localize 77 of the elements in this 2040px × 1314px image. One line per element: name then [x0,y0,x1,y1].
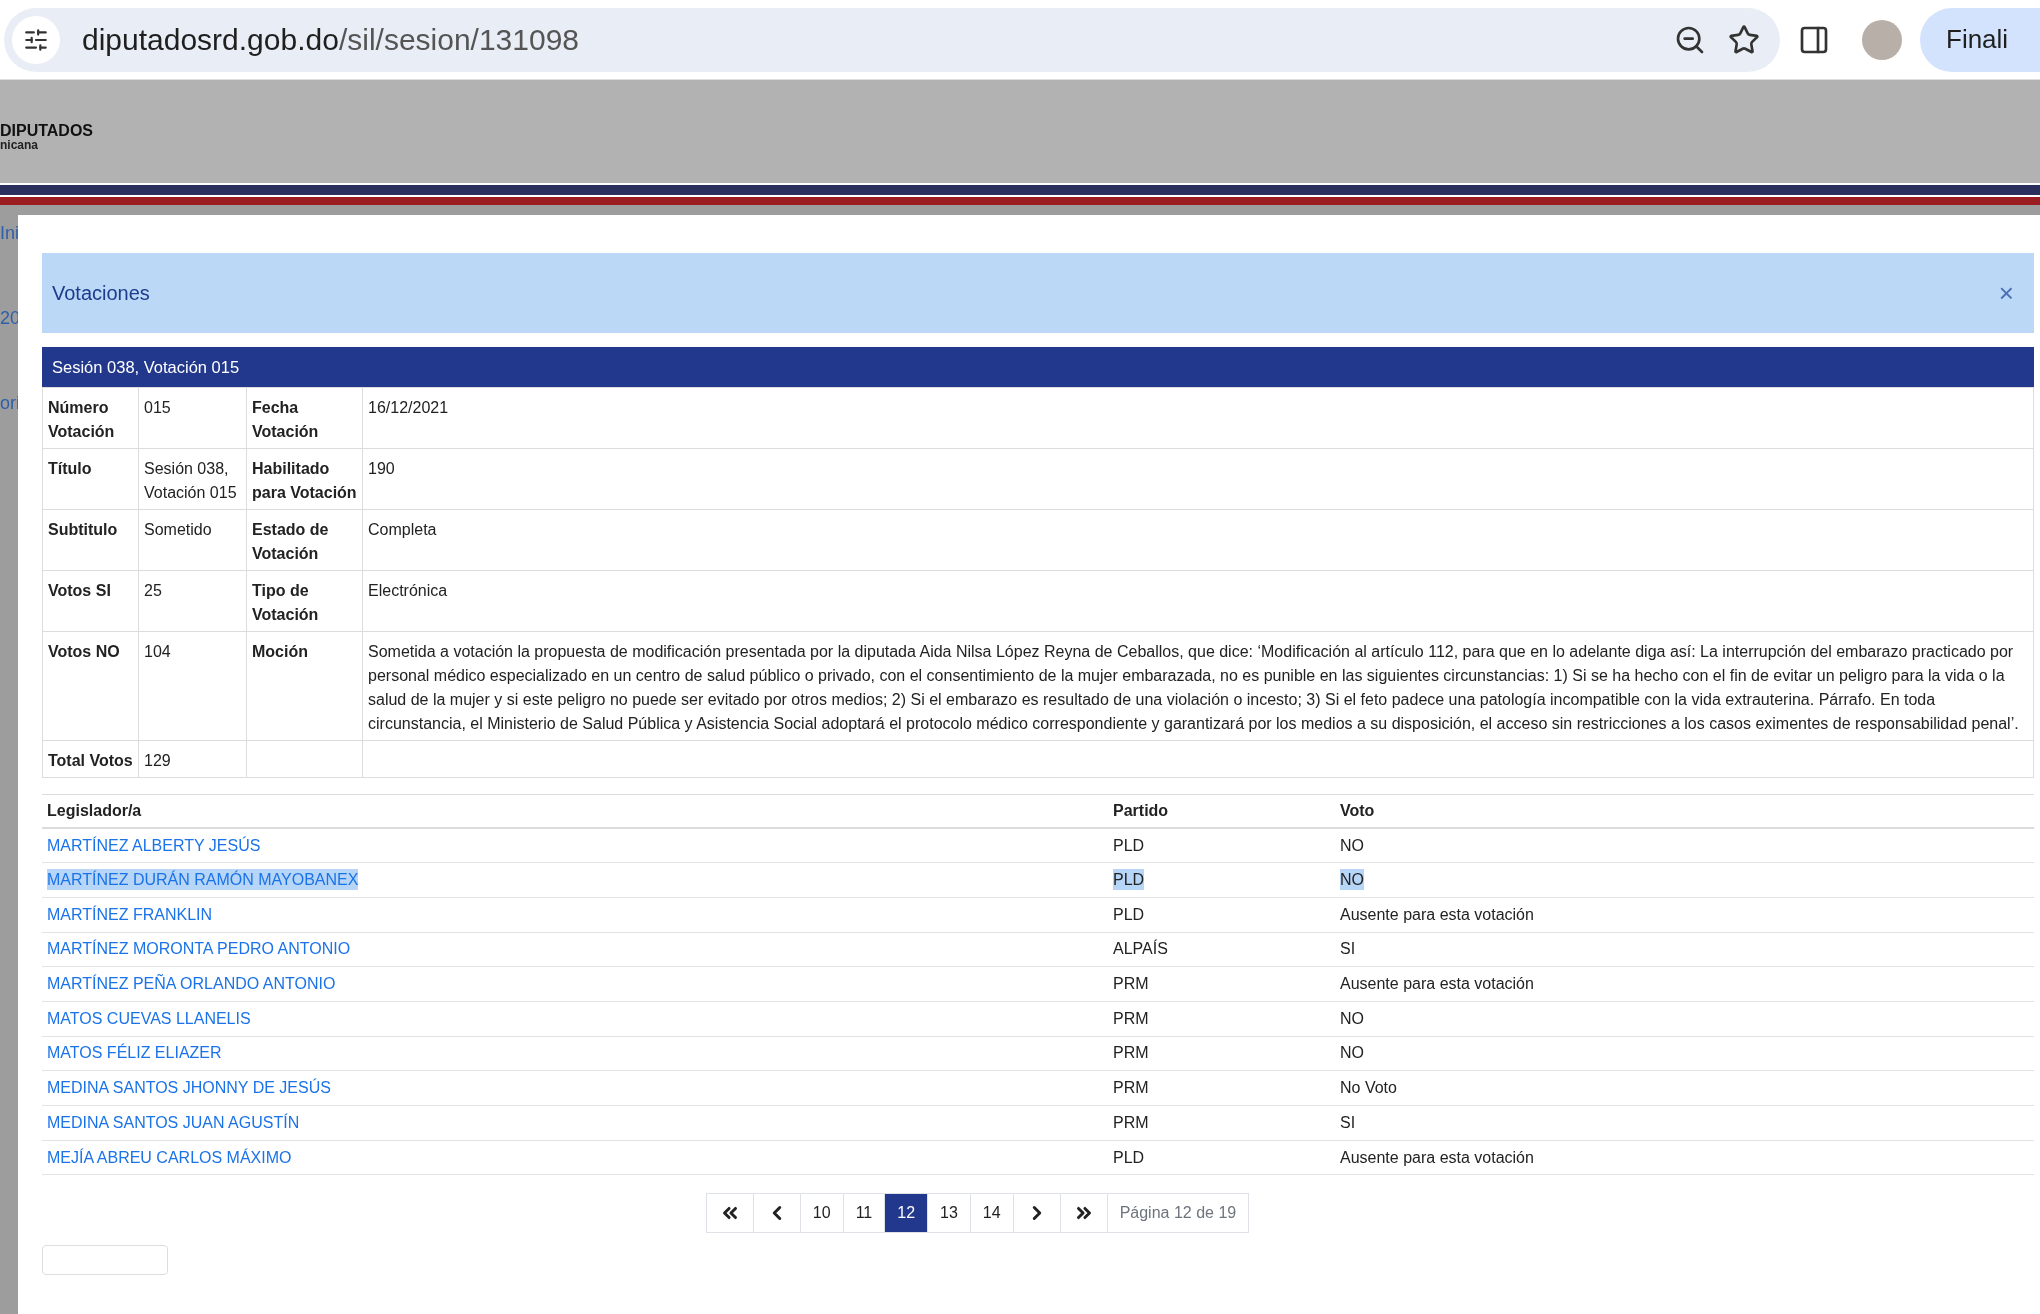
detail-label: Tipo de Votación [246,570,363,632]
detail-label: Título [42,448,139,510]
detail-value: 25 [138,570,247,632]
detail-value: Sometido [138,509,247,571]
party-text: ALPAÍS [1113,938,1168,960]
vote-text: SI [1340,939,1356,960]
detail-value: 190 [362,448,2034,510]
detail-value: 16/12/2021 [362,387,2034,449]
party-text: PLD [1113,835,1145,856]
url-text: diputadosrd.gob.do/sil/sesion/131098 [82,22,581,57]
first-page-button[interactable] [705,1193,754,1234]
next-page-button[interactable] [1012,1193,1061,1234]
site-subtitle: nicana [0,138,39,151]
column-header: Voto [1335,794,2034,828]
detail-label: Total Votos [42,740,139,778]
page-button[interactable]: 12 [884,1193,929,1234]
vote-text: Ausente para esta votación [1340,974,1534,995]
party-text: PRM [1113,1008,1149,1029]
detail-label: Habilitado para Votación [246,448,363,510]
column-header: Partido [1108,794,1335,828]
detail-value: Sometida a votación la propuesta de modificación presentada por la diputada Aida Nilsa López Reyna de Ceballos, que dice: ‘Modificación al artículo 112, para que en lo adelante diga así: La interrupción del embarazo practicado por personal médico especializado en un centro de salud público o privado, con el consentimiento de la mujer embarazada, no es punible en las siguientes circunstancias: 1) Si se ha hecho con el fin de evitar un peligro para la vida o la salud de la mujer y si este peligro no puede ser evitado por otros medios; 2) Si el embarazo es resultado de una violación o incesto; 3) Si el feto padece una patología incompatible con la vida extrauterina. Párrafo. En toda circunstancia, el Ministerio de Salud Pública y Asistencia Social adoptará el protocolo médico correspondiente y garantizará por los medios a su disposición, el acceso sin restricciones a los casos eximentes de responsabilidad penal’. [362,631,2034,741]
detail-label: Número Votación [42,387,139,449]
detail-label: Votos SI [42,570,139,632]
column-header: Legislador/a [42,794,1108,828]
party-text: PLD [1113,1147,1145,1168]
site-settings-icon[interactable] [12,15,60,64]
close-button[interactable]: × [1998,277,2014,309]
page-info: Página 12 de 19 [1106,1193,1250,1234]
detail-value: Electrónica [362,570,2034,632]
party-text: PRM [1113,1043,1149,1064]
party-text: PRM [1113,1112,1149,1133]
party-text: PLD [1113,904,1145,925]
vote-text: Ausente para esta votación [1340,904,1534,925]
page-button[interactable]: 10 [799,1193,844,1234]
page-button[interactable]: 11 [842,1193,886,1234]
detail-label: Estado de Votación [246,509,363,571]
detail-label: Fecha Votación [246,387,363,449]
party-text: PRM [1113,1078,1149,1099]
legislator-link[interactable]: MARTÍNEZ FRANKLIN [47,903,213,925]
last-page-button[interactable] [1059,1193,1108,1234]
detail-value: Sesión 038, Votación 015 [138,448,247,510]
party-text: PLD [1113,869,1145,891]
vote-text: NO [1340,869,1364,891]
party-text: PRM [1113,974,1149,995]
star-icon[interactable] [1728,23,1760,56]
address-bar[interactable]: diputadosrd.gob.do/sil/sesion/131098 [4,7,1780,72]
detail-value: Completa [362,509,2034,571]
modal-title: Votaciones [52,281,150,305]
vote-text: NO [1340,835,1364,856]
detail-value: 129 [138,740,247,778]
vote-text: No Voto [1340,1078,1397,1099]
legislator-link[interactable]: MATOS FÉLIZ ELIAZER [47,1042,222,1064]
vote-text: SI [1340,1112,1356,1133]
detail-label: Subtitulo [42,509,139,571]
legislator-link[interactable]: MEDINA SANTOS JUAN AGUSTÍN [47,1111,300,1133]
detail-value: 015 [138,387,247,449]
legislator-link[interactable]: MARTÍNEZ PEÑA ORLANDO ANTONIO [47,973,336,995]
vote-text: NO [1340,1043,1364,1064]
detail-value: 104 [138,631,247,741]
detail-label: Moción [246,631,363,741]
site-title: DIPUTADOS [0,122,95,139]
page-button[interactable]: 13 [927,1193,971,1234]
legislator-link[interactable]: MARTÍNEZ MORONTA PEDRO ANTONIO [47,938,351,960]
background-text: ori [0,393,18,414]
background-text: Ini [0,223,18,244]
browser-action-button[interactable]: Finali [1920,7,2040,72]
page-button[interactable]: 14 [969,1193,1014,1234]
vote-text: Ausente para esta votación [1340,1147,1534,1168]
legislator-link[interactable]: MATOS CUEVAS LLANELIS [47,1007,251,1029]
legislator-link[interactable]: MEJÍA ABREU CARLOS MÁXIMO [47,1146,292,1168]
detail-label: Votos NO [42,631,139,741]
vote-text: NO [1340,1008,1364,1029]
legislator-link[interactable]: MARTÍNEZ ALBERTY JESÚS [47,834,261,856]
previous-page-button[interactable] [752,1193,801,1234]
legislator-link[interactable]: MEDINA SANTOS JHONNY DE JESÚS [47,1077,331,1099]
session-title-bar: Sesión 038, Votación 015 [42,347,2034,387]
legislator-link[interactable]: MARTÍNEZ DURÁN RAMÓN MAYOBANEX [47,869,359,891]
